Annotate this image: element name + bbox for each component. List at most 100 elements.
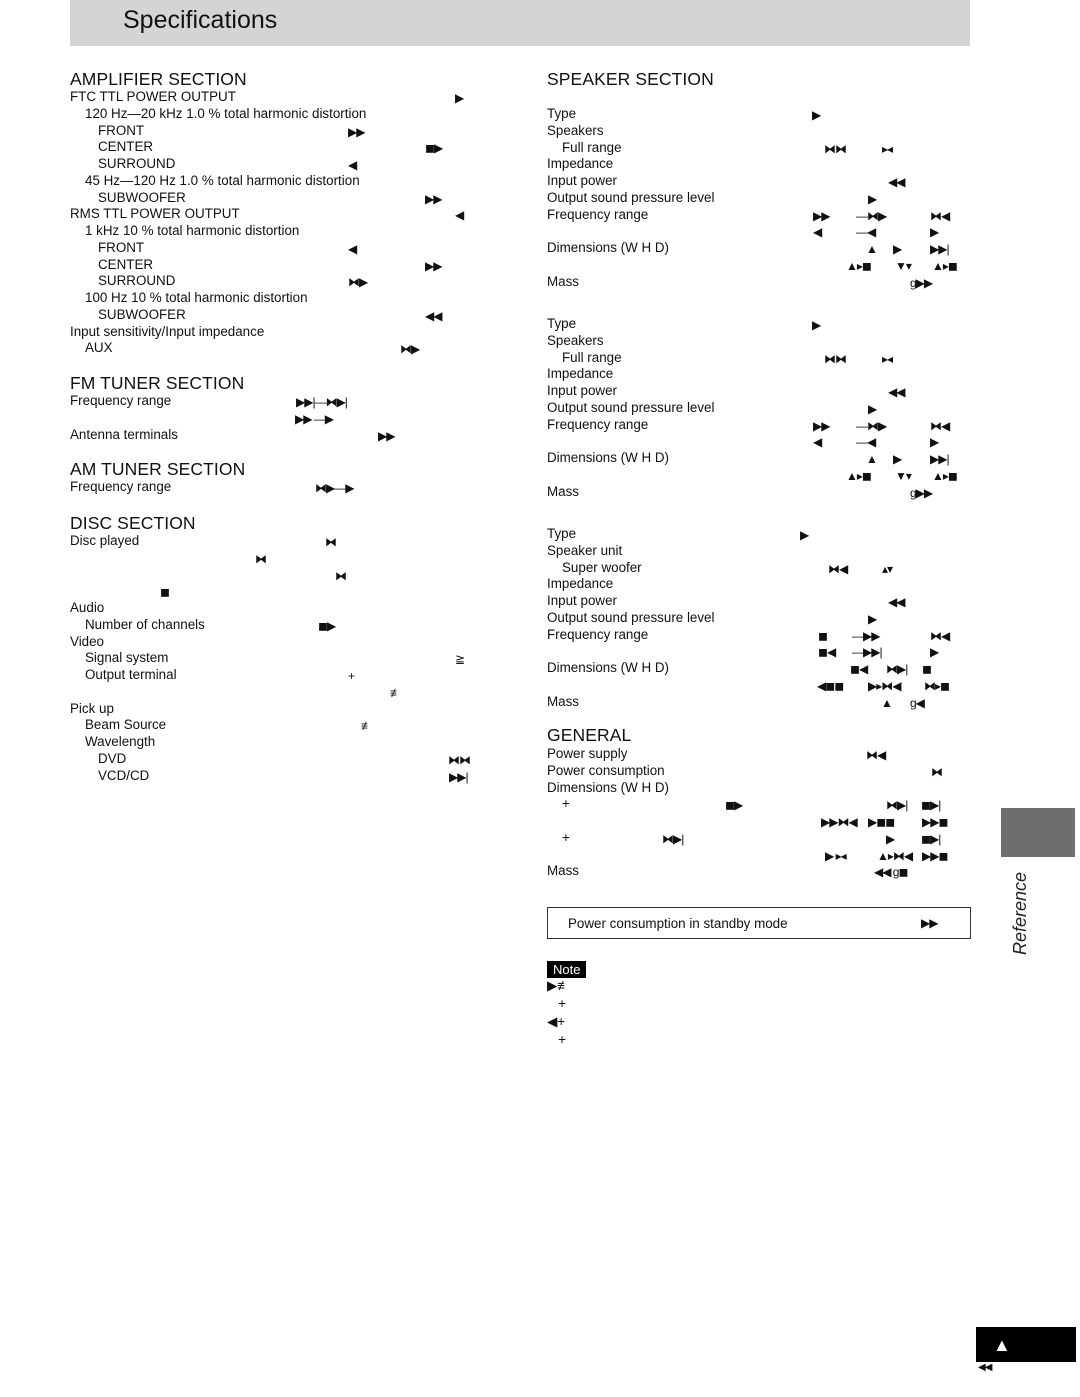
spec-value: ⧓⧓ [824, 141, 847, 156]
spec-label: VCD/CD [98, 767, 150, 783]
spec-value: ◼ [160, 585, 170, 600]
spec-value: ▶ [868, 191, 877, 206]
spec-value: ⧓ [335, 568, 347, 583]
spec-label: FRONT [98, 239, 145, 255]
spec-label: Frequency range [70, 479, 172, 494]
spec-value: ⧓◀ [930, 628, 950, 643]
spec-value: ⧓▶| [886, 662, 908, 676]
spec-label: Impedance [547, 576, 614, 592]
spec-label: Number of channels [85, 616, 205, 632]
spec-value: ⧓▶ [400, 342, 420, 357]
spec-value: ≧ [455, 652, 465, 667]
spec-label: Dimensions (W H D) [547, 660, 670, 675]
spec-label: SURROUND [98, 273, 176, 289]
page-sub-code: ◀◀ [978, 1362, 992, 1373]
standby-value: ▶▶ [921, 916, 938, 930]
page-number: ▲ [993, 1335, 1011, 1355]
spec-label: FTC TTL POWER OUTPUT [70, 89, 236, 104]
spec-label: AUX [85, 340, 113, 356]
spec-value: ◀◼◼ [817, 678, 844, 693]
spec-label: Dimensions (W H D) [547, 450, 670, 465]
spec-value: ▶ [868, 611, 877, 626]
spec-value: ◀◀ [888, 595, 905, 609]
section-heading: AM TUNER SECTION [70, 459, 246, 479]
spec-value: ▶ [455, 91, 464, 105]
spec-label: Mass [547, 483, 579, 499]
spec-value: ◀ [813, 225, 822, 240]
spec-value: ▶▶| [930, 452, 950, 466]
spec-value: —▶▶| [852, 645, 883, 660]
spec-value: ⧓ [325, 535, 337, 549]
spec-value: ◼▶ [725, 798, 743, 813]
spec-label: + [562, 829, 570, 845]
spec-label: Input sensitivity/Input impedance [70, 323, 265, 339]
spec-label: Full range [562, 139, 622, 155]
spec-label: Dimensions (W H D) [547, 240, 670, 255]
side-tab[interactable] [1001, 808, 1075, 857]
spec-label: Video [70, 633, 105, 649]
spec-label: Output sound pressure level [547, 609, 715, 625]
spec-value: ⧓▶ [348, 275, 368, 290]
spec-value: —▶▶ [852, 628, 880, 643]
spec-value: ▶▶ [348, 124, 365, 139]
section-heading: AMPLIFIER SECTION [70, 69, 247, 89]
spec-label: Output sound pressure level [547, 399, 715, 415]
spec-value: ≢ [361, 719, 373, 734]
spec-label: Antenna terminals [70, 426, 178, 442]
spec-value: ▼▾ [895, 468, 912, 483]
spec-label: Power supply [547, 746, 628, 761]
spec-label: Frequency range [547, 626, 649, 642]
spec-value: ▼▾ [895, 258, 912, 273]
spec-label: Pick up [70, 700, 114, 716]
section-heading: GENERAL [547, 725, 632, 745]
spec-label: DVD [98, 750, 127, 766]
spec-label: Full range [562, 349, 622, 365]
note-line: + [547, 1032, 566, 1047]
spec-value: ▶ [800, 528, 809, 542]
spec-value: ▸◂ [882, 141, 893, 156]
spec-value: —◀ [856, 225, 876, 240]
spec-label: Mass [547, 863, 579, 879]
spec-label: CENTER [98, 139, 154, 155]
spec-value: + [348, 669, 355, 683]
spec-value: ◼◀ [850, 662, 868, 676]
spec-value: ◼▶ [318, 618, 336, 633]
note-line: ▶≢ [547, 978, 571, 993]
note-line: ◀+ [547, 1014, 566, 1029]
spec-value: ◀ [455, 208, 464, 223]
spec-value: ▲▸◼ [846, 468, 872, 483]
spec-value: ▶▶ [813, 208, 830, 223]
spec-value: ◀ [813, 435, 822, 450]
spec-value: ▶ [812, 318, 821, 332]
spec-value: ◀◀ g◼ [874, 865, 908, 880]
spec-value: ⧓⧓ [448, 752, 471, 767]
spec-value: ⧓◀ [930, 418, 950, 433]
spec-value: ▸◂ [882, 351, 893, 366]
spec-label: Wavelength [85, 734, 156, 749]
spec-value: ▶◼◼ [868, 815, 895, 829]
spec-value: ▶▶◼ [922, 815, 948, 829]
spec-value: —◀ [856, 435, 876, 450]
spec-value: ▲▸⧓◀ [877, 848, 913, 863]
spec-value: g▶▶ [910, 485, 933, 500]
spec-value: ▶ ▸◂ [825, 848, 847, 863]
spec-label: Power consumption [547, 762, 665, 778]
spec-value: ▶▶ [425, 258, 442, 273]
spec-value: ▶ [930, 435, 939, 450]
spec-label: SURROUND [98, 156, 176, 171]
spec-value: g◀ [910, 695, 925, 710]
section-heading: SPEAKER SECTION [547, 69, 714, 89]
spec-label: Type [547, 316, 577, 331]
spec-label: Mass [547, 693, 579, 709]
side-tab-label: Reference [1010, 871, 1030, 955]
spec-label: Frequency range [547, 416, 649, 432]
spec-value: ▶▶| [930, 242, 950, 256]
spec-value: ⧓ [931, 764, 943, 779]
spec-value: ⧓▶| [886, 798, 908, 813]
spec-value: ◼ [922, 662, 932, 676]
spec-value: ◀◀ [888, 175, 905, 189]
spec-label: Output sound pressure level [547, 189, 715, 205]
spec-value: ▶ [893, 242, 902, 256]
spec-value: ◼ [818, 628, 828, 643]
spec-value: ⧓ [255, 551, 267, 566]
